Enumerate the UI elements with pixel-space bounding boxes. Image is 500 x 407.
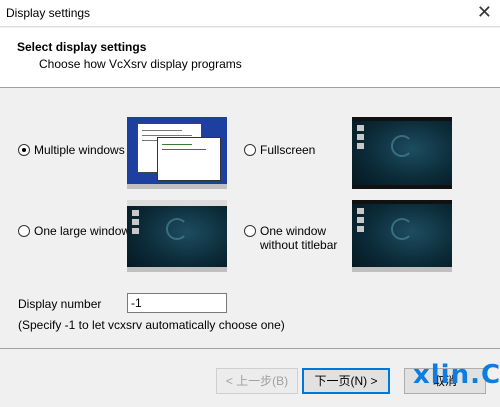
title-bar: Display settings ✕ [0, 0, 500, 27]
close-icon[interactable]: ✕ [477, 2, 492, 23]
display-number-label: Display number [18, 297, 102, 311]
radio-unchecked-icon[interactable] [244, 225, 256, 237]
window-title: Display settings [6, 6, 91, 20]
display-number-input[interactable] [127, 293, 227, 313]
label-line-1: One window [260, 224, 327, 238]
label-line-2: without titlebar [260, 238, 338, 252]
radio-unchecked-icon[interactable] [244, 144, 256, 156]
preview-multiple-windows [127, 117, 227, 189]
footer-divider [0, 348, 500, 349]
header-subtitle: Choose how VcXsrv display programs [39, 57, 242, 71]
radio-label-one-window-no-titlebar[interactable]: One window without titlebar [260, 224, 337, 252]
display-number-hint: (Specify -1 to let vcxsrv automatically … [18, 318, 285, 332]
radio-fullscreen[interactable]: Fullscreen [244, 143, 315, 157]
radio-unchecked-icon[interactable] [18, 225, 30, 237]
next-button[interactable]: 下一页(N) > [302, 368, 390, 394]
preview-one-large-window [127, 200, 227, 272]
debian-swirl-icon [391, 217, 413, 240]
radio-one-window-no-titlebar[interactable]: One window without titlebar [244, 224, 337, 252]
debian-swirl-icon [166, 217, 188, 240]
wizard-header: Select display settings Choose how VcXsr… [0, 28, 500, 88]
radio-label-one-large-window[interactable]: One large window [34, 224, 130, 238]
debian-swirl-icon [391, 134, 413, 157]
radio-one-large-window[interactable]: One large window [18, 224, 130, 238]
radio-label-fullscreen[interactable]: Fullscreen [260, 143, 315, 157]
radio-checked-icon[interactable] [18, 144, 30, 156]
preview-fullscreen [352, 117, 452, 189]
preview-taskbar [127, 184, 227, 189]
radio-multiple-windows[interactable]: Multiple windows [18, 143, 125, 157]
header-title: Select display settings [17, 40, 147, 54]
watermark-logo: xlin.Cn [413, 360, 500, 390]
radio-label-multiple-windows[interactable]: Multiple windows [34, 143, 125, 157]
preview-one-window-no-titlebar [352, 200, 452, 272]
preview-window-2 [157, 137, 221, 181]
back-button[interactable]: < 上一步(B) [216, 368, 298, 394]
